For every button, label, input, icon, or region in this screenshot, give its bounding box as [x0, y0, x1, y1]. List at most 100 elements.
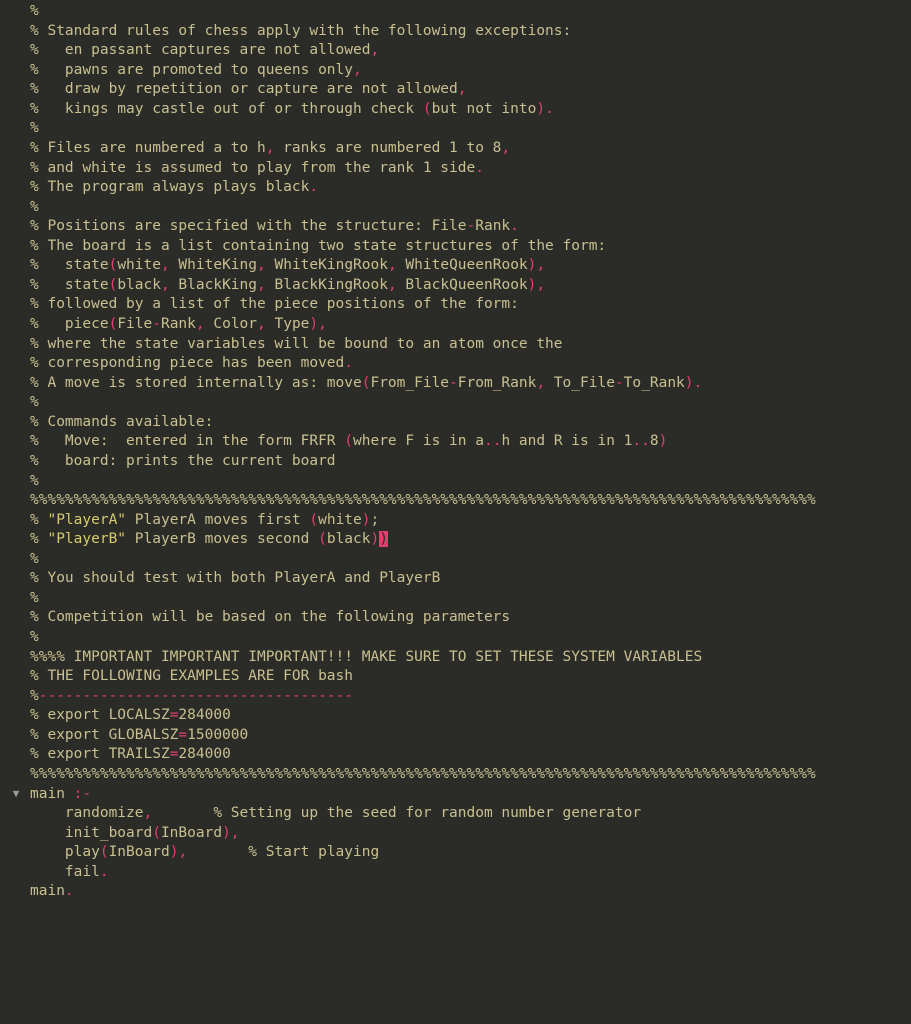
- code-token: ,: [144, 805, 153, 821]
- code-token: PlayerB moves second: [126, 531, 318, 547]
- code-token: % THE FOLLOWING EXAMPLES ARE FOR bash: [30, 668, 353, 684]
- code-token: InBoard: [109, 844, 170, 860]
- code-token: %%%%%%%%%%%%%%%%%%%%%%%%%%%%%%%%%%%%%%%%…: [30, 766, 816, 782]
- code-token: ,: [536, 277, 545, 293]
- code-line[interactable]: % The board is a list containing two sta…: [0, 237, 911, 257]
- code-token: % Files are numbered a to h: [30, 140, 266, 156]
- code-line[interactable]: %: [0, 550, 911, 570]
- code-line[interactable]: % Move: entered in the form FRFR (where …: [0, 432, 911, 452]
- code-line[interactable]: %: [0, 589, 911, 609]
- code-token: %: [30, 688, 39, 704]
- code-token: ,: [231, 825, 240, 841]
- code-token: (: [309, 512, 318, 528]
- code-token: black: [117, 277, 161, 293]
- code-line[interactable]: % export TRAILSZ=284000: [0, 745, 911, 765]
- code-line[interactable]: % export LOCALSZ=284000: [0, 706, 911, 726]
- code-line[interactable]: % followed by a list of the piece positi…: [0, 295, 911, 315]
- code-line[interactable]: % The program always plays black.: [0, 178, 911, 198]
- code-token: ,: [257, 257, 266, 273]
- code-token: ): [379, 531, 388, 547]
- code-token: (: [152, 825, 161, 841]
- code-line[interactable]: %%%%%%%%%%%%%%%%%%%%%%%%%%%%%%%%%%%%%%%%…: [0, 765, 911, 785]
- code-token: % where the state variables will be boun…: [30, 336, 563, 352]
- code-line[interactable]: % Files are numbered a to h, ranks are n…: [0, 139, 911, 159]
- fold-toggle-icon[interactable]: ▼: [13, 787, 20, 802]
- code-token: -: [152, 316, 161, 332]
- code-token: .: [694, 375, 703, 391]
- code-line[interactable]: % Commands available:: [0, 413, 911, 433]
- code-token: Rank: [161, 316, 196, 332]
- code-token: .: [100, 864, 109, 880]
- code-line[interactable]: %%%% IMPORTANT IMPORTANT IMPORTANT!!! MA…: [0, 648, 911, 668]
- code-token: "PlayerB": [47, 531, 126, 547]
- code-line[interactable]: main.: [0, 882, 911, 902]
- code-line[interactable]: %------------------------------------: [0, 687, 911, 707]
- code-token: % state: [30, 257, 109, 273]
- code-line[interactable]: play(InBoard), % Start playing: [0, 843, 911, 863]
- code-line[interactable]: %: [0, 628, 911, 648]
- code-line[interactable]: init_board(InBoard),: [0, 824, 911, 844]
- code-line[interactable]: % where the state variables will be boun…: [0, 335, 911, 355]
- code-token: =: [178, 727, 187, 743]
- code-token: % piece: [30, 316, 109, 332]
- code-token: PlayerA moves first: [126, 512, 309, 528]
- code-line[interactable]: % THE FOLLOWING EXAMPLES ARE FOR bash: [0, 667, 911, 687]
- code-token: %: [30, 199, 39, 215]
- code-line[interactable]: % You should test with both PlayerA and …: [0, 569, 911, 589]
- code-line[interactable]: % piece(File-Rank, Color, Type),: [0, 315, 911, 335]
- code-line[interactable]: % draw by repetition or capture are not …: [0, 80, 911, 100]
- code-line[interactable]: ▼main :-: [0, 785, 911, 805]
- code-token: %%%% IMPORTANT IMPORTANT IMPORTANT!!! MA…: [30, 649, 702, 665]
- code-line[interactable]: % Positions are specified with the struc…: [0, 217, 911, 237]
- code-line[interactable]: % "PlayerA" PlayerA moves first (white);: [0, 511, 911, 531]
- code-line[interactable]: % board: prints the current board: [0, 452, 911, 472]
- code-token: (: [344, 433, 353, 449]
- code-token: (: [100, 844, 109, 860]
- code-token: randomize: [30, 805, 144, 821]
- code-token: -: [615, 375, 624, 391]
- code-line[interactable]: %: [0, 198, 911, 218]
- code-line[interactable]: % export GLOBALSZ=1500000: [0, 726, 911, 746]
- code-token: ,: [318, 316, 327, 332]
- code-token: InBoard: [161, 825, 222, 841]
- code-token: ): [222, 825, 231, 841]
- code-line[interactable]: % and white is assumed to play from the …: [0, 159, 911, 179]
- code-line[interactable]: %: [0, 119, 911, 139]
- code-token: 284000: [178, 746, 230, 762]
- code-token: .: [475, 160, 484, 176]
- code-token: BlackKingRook: [266, 277, 388, 293]
- code-token: %: [30, 590, 39, 606]
- code-token: % corresponding piece has been moved: [30, 355, 344, 371]
- code-line[interactable]: % corresponding piece has been moved.: [0, 354, 911, 374]
- code-line[interactable]: randomize, % Setting up the seed for ran…: [0, 804, 911, 824]
- code-token: From_File: [370, 375, 449, 391]
- code-line[interactable]: % state(black, BlackKing, BlackKingRook,…: [0, 276, 911, 296]
- code-token: To_File: [545, 375, 615, 391]
- code-token: ,: [257, 277, 266, 293]
- code-token: (: [109, 277, 118, 293]
- code-line[interactable]: %: [0, 2, 911, 22]
- code-token: % Standard rules of chess apply with the…: [30, 23, 571, 39]
- code-line[interactable]: %%%%%%%%%%%%%%%%%%%%%%%%%%%%%%%%%%%%%%%%…: [0, 491, 911, 511]
- code-token: :-: [74, 786, 91, 802]
- code-token: Rank: [475, 218, 510, 234]
- code-token: Type: [266, 316, 310, 332]
- code-line[interactable]: % state(white, WhiteKing, WhiteKingRook,…: [0, 256, 911, 276]
- code-token: ,: [458, 81, 467, 97]
- code-token: 284000: [178, 707, 230, 723]
- code-token: % export TRAILSZ: [30, 746, 170, 762]
- code-token: % export GLOBALSZ: [30, 727, 178, 743]
- code-line[interactable]: % kings may castle out of or through che…: [0, 100, 911, 120]
- code-token: % Setting up the seed for random number …: [152, 805, 641, 821]
- code-line[interactable]: % en passant captures are not allowed,: [0, 41, 911, 61]
- code-line[interactable]: % A move is stored internally as: move(F…: [0, 374, 911, 394]
- code-line[interactable]: % Standard rules of chess apply with the…: [0, 22, 911, 42]
- code-line[interactable]: % Competition will be based on the follo…: [0, 608, 911, 628]
- code-line[interactable]: % "PlayerB" PlayerB moves second (black)…: [0, 530, 911, 550]
- code-line[interactable]: %: [0, 393, 911, 413]
- code-editor[interactable]: %% Standard rules of chess apply with th…: [0, 0, 911, 910]
- code-token: % Competition will be based on the follo…: [30, 609, 510, 625]
- code-line[interactable]: %: [0, 472, 911, 492]
- code-line[interactable]: % pawns are promoted to queens only,: [0, 61, 911, 81]
- code-line[interactable]: fail.: [0, 863, 911, 883]
